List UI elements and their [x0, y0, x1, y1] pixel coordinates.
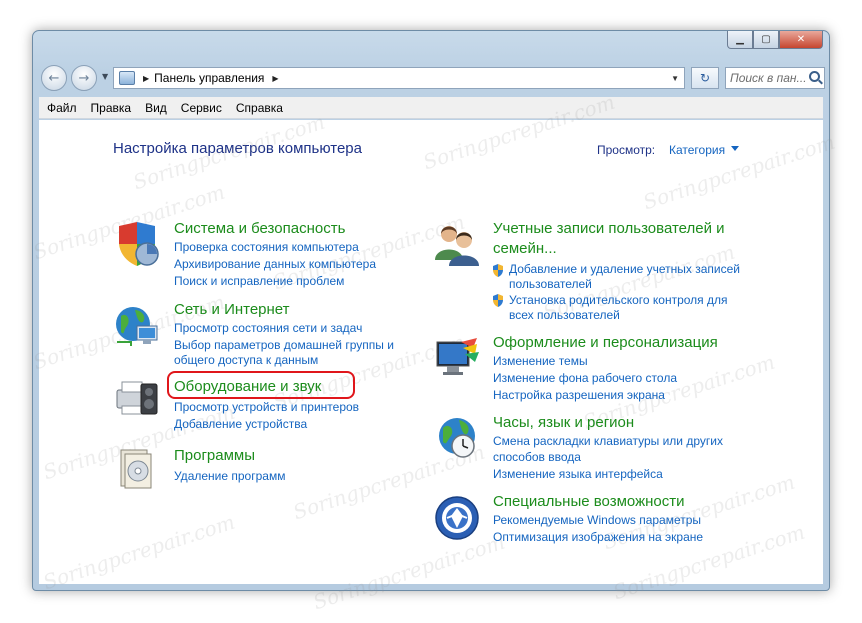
maximize-icon: ▢ — [761, 34, 771, 45]
search-icon[interactable] — [809, 71, 820, 82]
uac-shield-icon — [493, 264, 503, 277]
menu-view[interactable]: Вид — [145, 101, 167, 115]
watermark-text: Soringpcrepair.com — [40, 509, 238, 595]
category-programs[interactable]: Программы — [174, 447, 255, 464]
title-bar[interactable]: ▁ ▢ ✕ — [33, 31, 829, 59]
link-view-devices-printers[interactable]: Просмотр устройств и принтеров — [174, 400, 359, 415]
link-change-keyboards-cont[interactable]: способов ввода — [493, 450, 581, 465]
content-area: Настройка параметров компьютера Просмотр… — [30, 90, 837, 615]
refresh-button[interactable]: ↻ — [691, 67, 719, 89]
link-change-keyboards[interactable]: Смена раскладки клавиатуры или других — [493, 434, 723, 449]
category-ease-of-access[interactable]: Специальные возможности — [493, 493, 685, 510]
category-user-accounts-cont[interactable]: семейн... — [493, 240, 557, 257]
category-system-security[interactable]: Система и безопасность — [174, 220, 345, 237]
view-by-select[interactable]: Категория — [669, 143, 725, 157]
link-adjust-resolution[interactable]: Настройка разрешения экрана — [493, 388, 665, 403]
category-clock-language-region[interactable]: Часы, язык и регион — [493, 414, 634, 431]
minimize-button[interactable]: ▁ — [727, 31, 753, 49]
view-by-dropdown-icon[interactable] — [731, 146, 739, 151]
back-button[interactable]: ← — [41, 65, 67, 91]
forward-arrow-icon: → — [78, 70, 90, 86]
users-icon[interactable] — [433, 220, 481, 268]
printer-hardware-icon[interactable] — [113, 374, 161, 422]
refresh-icon: ↻ — [699, 71, 711, 85]
menu-tools[interactable]: Сервис — [181, 101, 222, 115]
breadcrumb-separator-icon[interactable]: ▶ — [272, 74, 278, 83]
breadcrumb-control-panel[interactable]: Панель управления — [154, 71, 264, 85]
search-placeholder: Поиск в пан... — [730, 71, 807, 85]
menu-bar: Файл Правка Вид Сервис Справка — [39, 97, 823, 119]
menu-edit[interactable]: Правка — [91, 101, 132, 115]
link-check-computer-status[interactable]: Проверка состояния компьютера — [174, 240, 359, 255]
category-network-internet[interactable]: Сеть и Интернет — [174, 301, 290, 318]
watermark-text: Soringpcrepair.com — [310, 529, 508, 615]
uac-shield-icon — [493, 294, 503, 307]
ease-of-access-icon[interactable] — [433, 494, 481, 542]
category-appearance[interactable]: Оформление и персонализация — [493, 334, 718, 351]
link-find-fix-problems[interactable]: Поиск и исправление проблем — [174, 274, 344, 289]
category-hardware-sound[interactable]: Оборудование и звук — [174, 378, 321, 395]
navigation-row: ← → ▼ ▶ Панель управления ▶ ▼ ↻ Поиск в … — [41, 64, 825, 92]
clock-globe-icon[interactable] — [433, 414, 481, 462]
breadcrumb-separator-icon[interactable]: ▶ — [143, 74, 149, 83]
page-title: Настройка параметров компьютера — [113, 140, 362, 157]
system-security-shield-icon[interactable] — [113, 220, 161, 268]
close-button[interactable]: ✕ — [779, 31, 823, 49]
appearance-personalization-icon[interactable] — [433, 334, 481, 382]
link-add-remove-accounts-cont[interactable]: пользователей — [509, 277, 592, 292]
link-add-remove-accounts[interactable]: Добавление и удаление учетных записей — [509, 262, 740, 277]
link-backup-computer[interactable]: Архивирование данных компьютера — [174, 257, 376, 272]
recent-pages-dropdown-icon[interactable]: ▼ — [102, 72, 108, 81]
link-change-desktop-background[interactable]: Изменение фона рабочего стола — [493, 371, 677, 386]
link-uninstall-program[interactable]: Удаление программ — [174, 469, 285, 484]
link-optimize-visual-display[interactable]: Оптимизация изображения на экране — [493, 530, 703, 545]
forward-button[interactable]: → — [71, 65, 97, 91]
link-recommended-settings[interactable]: Рекомендуемые Windows параметры — [493, 513, 701, 528]
control-panel-icon — [119, 71, 135, 85]
menu-file[interactable]: Файл — [47, 101, 77, 115]
minimize-icon: ▁ — [736, 34, 744, 45]
link-add-device[interactable]: Добавление устройства — [174, 417, 307, 432]
link-change-display-language[interactable]: Изменение языка интерфейса — [493, 467, 663, 482]
network-globe-icon[interactable] — [113, 302, 161, 350]
search-input[interactable]: Поиск в пан... — [725, 67, 825, 89]
link-parental-controls-cont[interactable]: всех пользователей — [509, 308, 620, 323]
menu-help[interactable]: Справка — [236, 101, 283, 115]
address-bar[interactable]: ▶ Панель управления ▶ ▼ — [113, 67, 685, 89]
link-network-status[interactable]: Просмотр состояния сети и задач — [174, 321, 362, 336]
link-homegroup-sharing[interactable]: общего доступа к данным — [174, 353, 318, 368]
window-controls: ▁ ▢ ✕ — [727, 31, 823, 49]
control-panel-window: ▁ ▢ ✕ ← → ▼ ▶ Панель управления ▶ ▼ ↻ По… — [30, 30, 838, 615]
link-change-theme[interactable]: Изменение темы — [493, 354, 588, 369]
programs-box-icon[interactable] — [113, 444, 161, 492]
address-dropdown-icon[interactable]: ▼ — [671, 74, 679, 83]
view-by-label: Просмотр: — [597, 143, 656, 157]
close-icon: ✕ — [796, 34, 806, 45]
link-parental-controls[interactable]: Установка родительского контроля для — [509, 293, 728, 308]
category-user-accounts[interactable]: Учетные записи пользователей и — [493, 220, 725, 237]
link-homegroup-options[interactable]: Выбор параметров домашней группы и — [174, 338, 394, 353]
back-arrow-icon: ← — [48, 70, 60, 86]
maximize-button[interactable]: ▢ — [753, 31, 779, 49]
